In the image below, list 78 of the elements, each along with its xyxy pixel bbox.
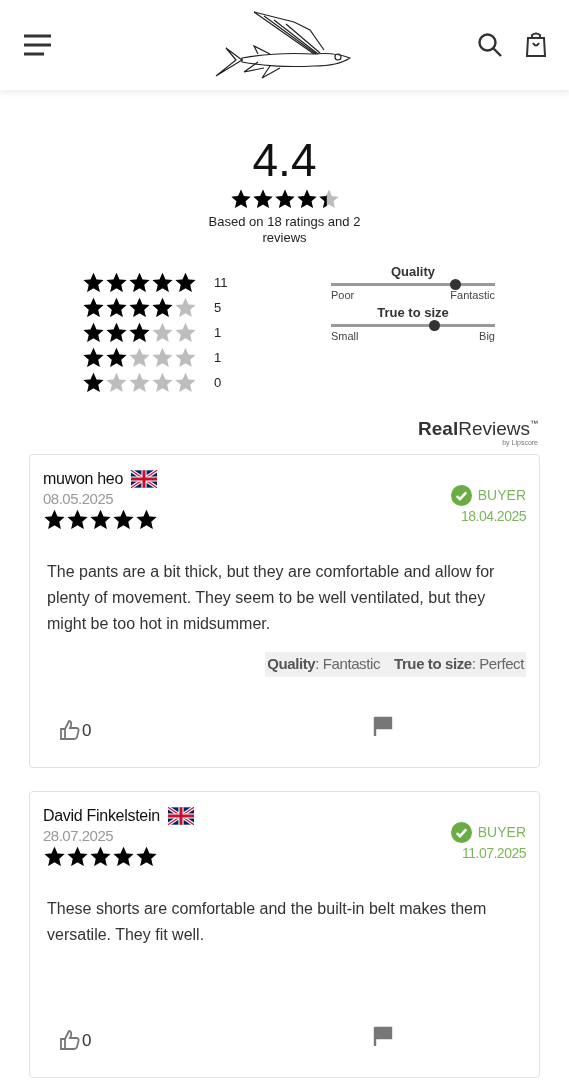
rating-count: 5 [214, 298, 222, 317]
star-icon [105, 371, 128, 394]
star-icon [151, 296, 174, 319]
review-text: These shorts are comfortable and the built-in belt makes them versatile. They fit well. [46, 898, 488, 945]
review-date: 08.05.2025 [43, 489, 115, 508]
star-icon [82, 271, 105, 294]
slider-max-label: Fantastic [450, 289, 495, 302]
like-count: 0 [82, 720, 92, 741]
star-icon [151, 346, 174, 369]
like-button[interactable]: 0 [59, 1028, 92, 1051]
star-icon [295, 188, 318, 210]
review-attribute: True to size: Perfect [394, 654, 524, 674]
purchase-date: 11.07.2025 [461, 843, 526, 863]
review-date: 28.07.2025 [43, 825, 115, 845]
star-icon [174, 371, 197, 394]
star-icon [105, 296, 128, 319]
star-icon [128, 321, 151, 344]
like-count: 0 [82, 1030, 92, 1051]
star-icon [229, 188, 252, 210]
slider-min-label: Poor [331, 289, 355, 302]
like-button[interactable]: 0 [59, 718, 92, 741]
star-icon [317, 188, 340, 210]
star-icon [128, 271, 151, 294]
star-icon [82, 346, 105, 369]
star-icon [89, 844, 112, 868]
slider-title: True to size [376, 305, 450, 321]
rating-count: 0 [214, 373, 222, 392]
star-icon [82, 321, 105, 344]
star-icon [174, 321, 197, 344]
star-icon [273, 188, 296, 210]
reviewer-name: David Finkelstein [43, 805, 160, 826]
search-icon[interactable] [477, 32, 503, 58]
star-icon [82, 296, 105, 319]
slider-title: Quality [389, 264, 437, 280]
reviewer-name: muwon heo [43, 469, 124, 489]
slider-min-label: Small [331, 330, 359, 343]
report-flag-icon[interactable] [372, 1024, 395, 1047]
rating-count: 1 [214, 323, 222, 342]
star-icon [43, 844, 66, 868]
rating-count: 1 [214, 348, 222, 367]
star-icon [66, 508, 89, 531]
menu-icon[interactable] [22, 33, 52, 57]
star-icon [151, 321, 174, 344]
star-icon [128, 346, 151, 369]
star-icon [105, 271, 128, 294]
star-icon [112, 844, 135, 868]
rating-summary-text: Based on 18 ratings and 2 reviews [207, 214, 362, 246]
star-icon [135, 508, 158, 531]
star-icon [128, 371, 151, 394]
star-icon [174, 296, 197, 319]
star-icon [151, 271, 174, 294]
rating-count: 11 [214, 273, 228, 292]
star-icon [128, 296, 151, 319]
star-icon [174, 346, 197, 369]
star-icon [66, 844, 89, 868]
star-icon [174, 271, 197, 294]
star-icon [251, 188, 274, 210]
verified-check-icon [450, 485, 472, 506]
verified-check-icon [450, 821, 472, 843]
verified-buyer-label: BUYER [477, 486, 526, 505]
review-attribute: Quality: Fantastic [267, 654, 380, 674]
star-icon [82, 371, 105, 394]
star-icon [105, 321, 128, 344]
star-icon [105, 346, 128, 369]
purchase-date: 18.04.2025 [460, 507, 526, 526]
uk-flag-icon [167, 806, 194, 825]
slider-max-label: Big [479, 330, 495, 343]
star-icon [151, 371, 174, 394]
star-icon [43, 508, 66, 531]
report-flag-icon[interactable] [372, 714, 395, 737]
uk-flag-icon [131, 470, 158, 488]
shopping-bag-icon[interactable] [525, 32, 547, 58]
star-icon [135, 844, 158, 868]
star-icon [89, 508, 112, 531]
verified-buyer-label: BUYER [477, 822, 526, 842]
review-text: The pants are a bit thick, but they are comfortable and allow for plenty of movement. They seem to be well ventilated, but they might be too hot in midsummer. [46, 562, 496, 634]
star-icon [112, 508, 135, 531]
average-score: 4.4 [252, 134, 317, 186]
